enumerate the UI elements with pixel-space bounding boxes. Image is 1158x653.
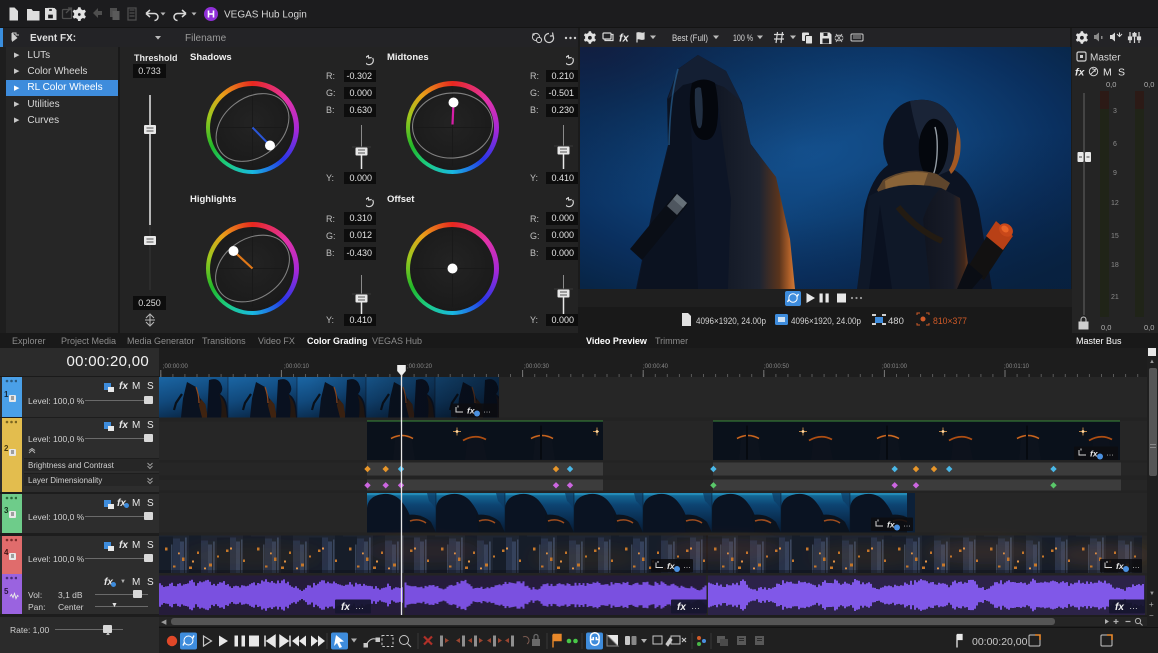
svg-text:;00:00:50: ;00:00:50 (764, 364, 790, 370)
svg-text:18: 18 (1111, 262, 1119, 269)
svg-text:9: 9 (1113, 170, 1117, 177)
svg-text:;00:00:00: ;00:00:00 (163, 364, 189, 370)
svg-text:…: … (1132, 561, 1140, 570)
svg-text:Filename: Filename (185, 33, 227, 44)
svg-text:100 %: 100 % (733, 33, 753, 44)
svg-text:;00:00:10: ;00:00:10 (284, 364, 310, 370)
svg-text:…: … (483, 406, 491, 415)
svg-text:…: … (903, 520, 911, 529)
svg-text:6: 6 (1113, 141, 1117, 148)
svg-text:…: … (355, 601, 364, 611)
svg-text:12: 12 (1111, 200, 1119, 207)
svg-text:S: S (1118, 67, 1125, 79)
svg-text:fx: fx (341, 602, 350, 613)
svg-text:0,0: 0,0 (1101, 323, 1111, 332)
svg-text:3: 3 (1113, 108, 1117, 115)
svg-text:…: … (683, 561, 691, 570)
svg-text:Master: Master (1090, 53, 1121, 64)
svg-text:M: M (1103, 67, 1112, 79)
svg-text:480: 480 (888, 316, 904, 327)
svg-text:fx: fx (677, 602, 686, 613)
svg-text:;00:00:40: ;00:00:40 (643, 364, 669, 370)
svg-text:…: … (1106, 449, 1114, 458)
svg-text:00:00:20,00: 00:00:20,00 (972, 636, 1028, 648)
svg-text:810×377: 810×377 (933, 316, 967, 327)
svg-text:15: 15 (1111, 233, 1119, 240)
svg-text:;00:00:20: ;00:00:20 (407, 364, 433, 370)
svg-text:;00:01:10: ;00:01:10 (1004, 364, 1030, 370)
svg-text:…: … (1129, 601, 1138, 611)
svg-text:0,0: 0,0 (1144, 80, 1154, 89)
svg-text:0,0: 0,0 (1144, 323, 1154, 332)
svg-text:fx: fx (619, 33, 630, 45)
svg-text:4096×1920, 24.00p: 4096×1920, 24.00p (791, 316, 861, 327)
svg-text:VEGAS Hub Login: VEGAS Hub Login (224, 10, 307, 21)
svg-text:21: 21 (1111, 294, 1119, 301)
svg-text:…: … (691, 601, 700, 611)
svg-text:Best (Full): Best (Full) (672, 33, 708, 44)
svg-text:fx: fx (1115, 602, 1124, 613)
svg-text:4096×1920, 24.00p: 4096×1920, 24.00p (696, 316, 766, 327)
svg-text:Event FX:: Event FX: (30, 33, 76, 44)
svg-text:;00:01:00: ;00:01:00 (882, 364, 908, 370)
svg-text:0,0: 0,0 (1106, 80, 1116, 89)
svg-text:fx: fx (1075, 67, 1085, 79)
svg-text:;00:00:30: ;00:00:30 (524, 364, 550, 370)
